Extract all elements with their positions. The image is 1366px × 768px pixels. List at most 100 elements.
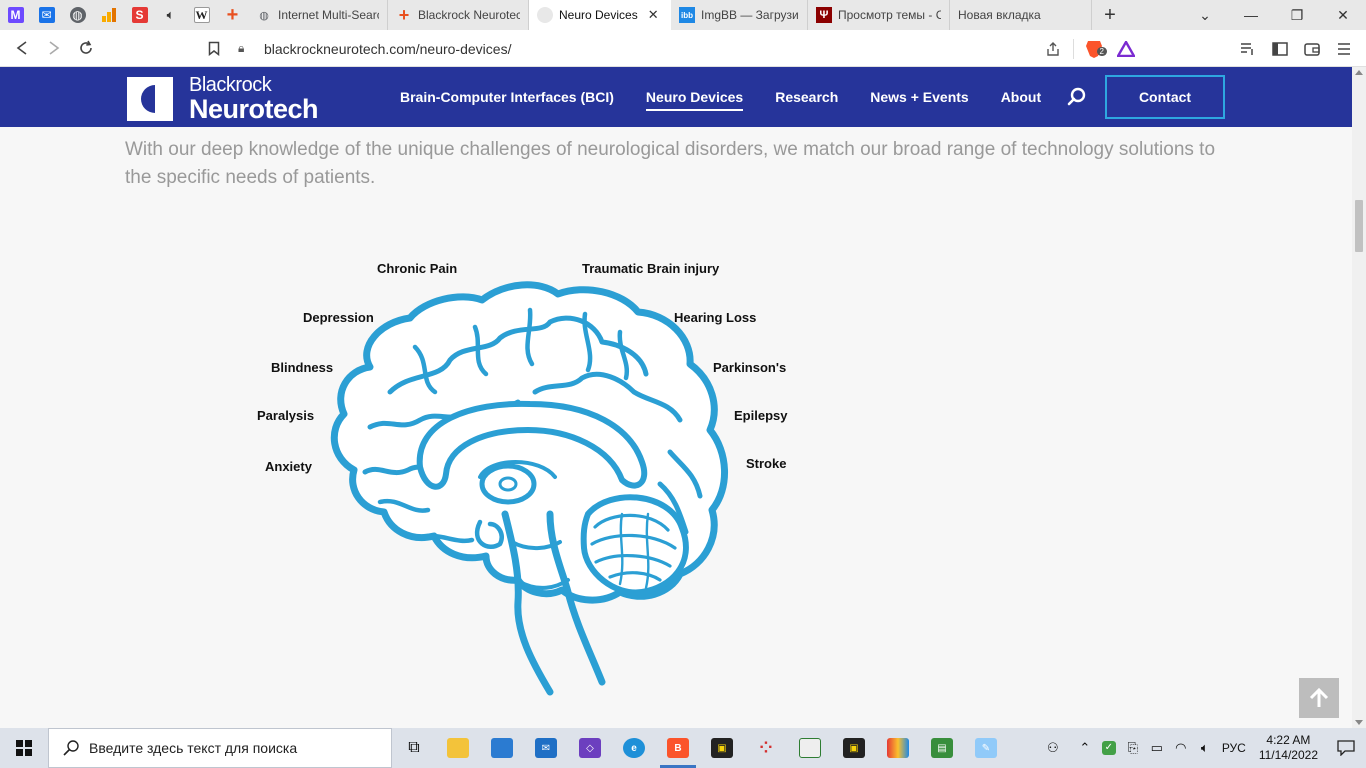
hamburger-menu-icon bbox=[1338, 42, 1350, 55]
logo-mark-icon bbox=[127, 77, 173, 121]
app-red-dots-icon: ⁘ bbox=[759, 740, 773, 757]
tab-blackrock-neurotech[interactable]: + Blackrock Neurotec bbox=[388, 0, 529, 30]
minimize-button[interactable]: — bbox=[1228, 0, 1274, 30]
taskbar-app-6[interactable]: ▤ bbox=[920, 728, 964, 768]
windows-taskbar: Введите здесь текст для поиска ⧉ ✉ ◇ e B… bbox=[0, 728, 1366, 768]
wikipedia-icon: W bbox=[193, 7, 210, 23]
tab-imgbb[interactable]: ibb ImgBB — Загрузить bbox=[671, 0, 808, 30]
reload-icon bbox=[80, 40, 92, 54]
sidebar-icon bbox=[1272, 41, 1288, 56]
arrow-up-icon bbox=[1309, 687, 1329, 707]
taskbar-app-2[interactable]: ⁘ bbox=[744, 728, 788, 768]
globe-icon: ◍ bbox=[69, 7, 86, 23]
scroll-down-arrow-icon[interactable] bbox=[1355, 720, 1363, 725]
notification-center-button[interactable] bbox=[1326, 728, 1366, 768]
page-scrollbar[interactable] bbox=[1352, 67, 1366, 728]
taskbar-app-4[interactable]: ▣ bbox=[832, 728, 876, 768]
taskbar-app-ie[interactable]: e bbox=[612, 728, 656, 768]
label-epilepsy: Epilepsy bbox=[734, 408, 788, 423]
back-button[interactable] bbox=[6, 33, 38, 63]
nav-item-about[interactable]: About bbox=[985, 67, 1057, 127]
pinned-tab-outlook[interactable]: ✉ bbox=[31, 0, 62, 30]
nav-item-bci[interactable]: Brain-Computer Interfaces (BCI) bbox=[384, 67, 630, 127]
nav-item-news-events[interactable]: News + Events bbox=[854, 67, 984, 127]
sidebar-toggle-button[interactable] bbox=[1264, 34, 1296, 64]
store-icon bbox=[491, 738, 513, 758]
label-paralysis: Paralysis bbox=[257, 408, 315, 423]
label-parkinsons: Parkinson's bbox=[713, 360, 787, 375]
taskbar-app-7[interactable]: ✎ bbox=[964, 728, 1008, 768]
volume-icon[interactable]: 🔈︎ bbox=[1193, 728, 1217, 768]
tab-list-chevron-icon[interactable]: ⌄ bbox=[1182, 0, 1228, 30]
scrollbar-thumb[interactable] bbox=[1355, 200, 1363, 252]
wallet-button[interactable] bbox=[1296, 34, 1328, 64]
pinned-tab-proton-mail[interactable]: M bbox=[0, 0, 31, 30]
language-indicator[interactable]: РУС bbox=[1217, 728, 1251, 768]
brave-shields-button[interactable]: 2 bbox=[1078, 34, 1110, 64]
label-anxiety: Anxiety bbox=[265, 459, 312, 474]
tab-new-tab[interactable]: Новая вкладка bbox=[950, 0, 1092, 30]
tab-forum-topic[interactable]: Ψ Просмотр темы - С bbox=[808, 0, 950, 30]
scroll-up-arrow-icon[interactable] bbox=[1355, 70, 1363, 75]
label-traumatic-brain-injury: Traumatic Brain injury bbox=[582, 261, 720, 276]
mail-icon: ✉ bbox=[535, 738, 557, 758]
nav-item-research[interactable]: Research bbox=[759, 67, 854, 127]
taskbar-app-5[interactable] bbox=[876, 728, 920, 768]
bookmark-button[interactable] bbox=[198, 33, 230, 63]
taskbar-app-3[interactable] bbox=[788, 728, 832, 768]
taskbar-app-brave[interactable]: B bbox=[656, 728, 700, 768]
logo-bottom-text: Neurotech bbox=[189, 94, 319, 124]
main-nav: Brain-Computer Interfaces (BCI) Neuro De… bbox=[384, 67, 1057, 127]
reload-button[interactable] bbox=[70, 33, 102, 63]
taskbar-app-explorer[interactable] bbox=[436, 728, 480, 768]
pinned-tab-globe[interactable]: ◍ bbox=[62, 0, 93, 30]
playlist-button[interactable] bbox=[1232, 34, 1264, 64]
brave-rewards-button[interactable] bbox=[1110, 34, 1142, 64]
tab-internet-multi-search[interactable]: ◍ Internet Multi-Searc bbox=[248, 0, 388, 30]
close-window-button[interactable]: ✕ bbox=[1320, 0, 1366, 30]
start-button[interactable] bbox=[0, 728, 48, 768]
site-search-button[interactable] bbox=[1066, 86, 1088, 108]
address-bar[interactable]: 🔒︎ blackrockneurotech.com/neuro-devices/ bbox=[238, 34, 1128, 63]
menu-button[interactable] bbox=[1328, 34, 1360, 64]
people-icon[interactable]: ⚇ bbox=[1041, 728, 1065, 768]
security-check-icon[interactable]: ✓ bbox=[1097, 728, 1121, 768]
blackrock-logo[interactable]: Blackrock Neurotech bbox=[127, 74, 319, 124]
close-icon[interactable]: ✕ bbox=[648, 7, 659, 23]
new-tab-button[interactable]: + bbox=[1092, 0, 1128, 30]
taskbar-app-store[interactable] bbox=[480, 728, 524, 768]
tab-neuro-devices[interactable]: Neuro Devices ✕ bbox=[529, 0, 671, 30]
back-to-top-button[interactable] bbox=[1299, 678, 1339, 718]
taskbar-search-box[interactable]: Введите здесь текст для поиска bbox=[48, 728, 392, 768]
clock[interactable]: 4:22 AM 11/14/2022 bbox=[1251, 733, 1326, 763]
task-view-icon: ⧉ bbox=[408, 739, 420, 756]
globe-icon: ◍ bbox=[259, 9, 269, 22]
taskbar-app-mail[interactable]: ✉ bbox=[524, 728, 568, 768]
visual-studio-icon: ◇ bbox=[579, 738, 601, 758]
label-hearing-loss: Hearing Loss bbox=[674, 310, 757, 325]
forward-button[interactable] bbox=[38, 33, 70, 63]
taskbar-app-visual-studio[interactable]: ◇ bbox=[568, 728, 612, 768]
wifi-icon[interactable]: ◠ bbox=[1169, 728, 1193, 768]
url-text: blackrockneurotech.com/neuro-devices/ bbox=[264, 40, 512, 57]
pinned-tab-bank[interactable]: S bbox=[124, 0, 155, 30]
search-icon bbox=[1067, 87, 1086, 106]
logo-top-text: Blackrock bbox=[189, 74, 272, 96]
restore-button[interactable]: ❐ bbox=[1274, 0, 1320, 30]
taskbar-app-1[interactable]: ▣ bbox=[700, 728, 744, 768]
tray-overflow-chevron-icon[interactable]: ⌃ bbox=[1073, 728, 1097, 768]
nav-item-neuro-devices[interactable]: Neuro Devices bbox=[630, 67, 759, 127]
pinned-tab-wikipedia[interactable]: W bbox=[186, 0, 217, 30]
analytics-icon bbox=[101, 8, 116, 22]
playlist-icon bbox=[1241, 42, 1253, 55]
audio-icon: 🔈︎ bbox=[166, 7, 175, 22]
battery-icon[interactable]: ▭ bbox=[1145, 728, 1169, 768]
app-chart-icon: ▤ bbox=[931, 738, 953, 758]
pinned-tab-analytics[interactable] bbox=[93, 0, 124, 30]
clipboard-icon[interactable]: ⎘ bbox=[1121, 728, 1145, 768]
pinned-tab-cross[interactable]: + bbox=[217, 0, 248, 30]
contact-button[interactable]: Contact bbox=[1105, 75, 1225, 119]
task-view-button[interactable]: ⧉ bbox=[392, 728, 436, 768]
share-button[interactable] bbox=[1037, 34, 1069, 64]
pinned-tab-audio[interactable]: 🔈︎ bbox=[155, 0, 186, 30]
